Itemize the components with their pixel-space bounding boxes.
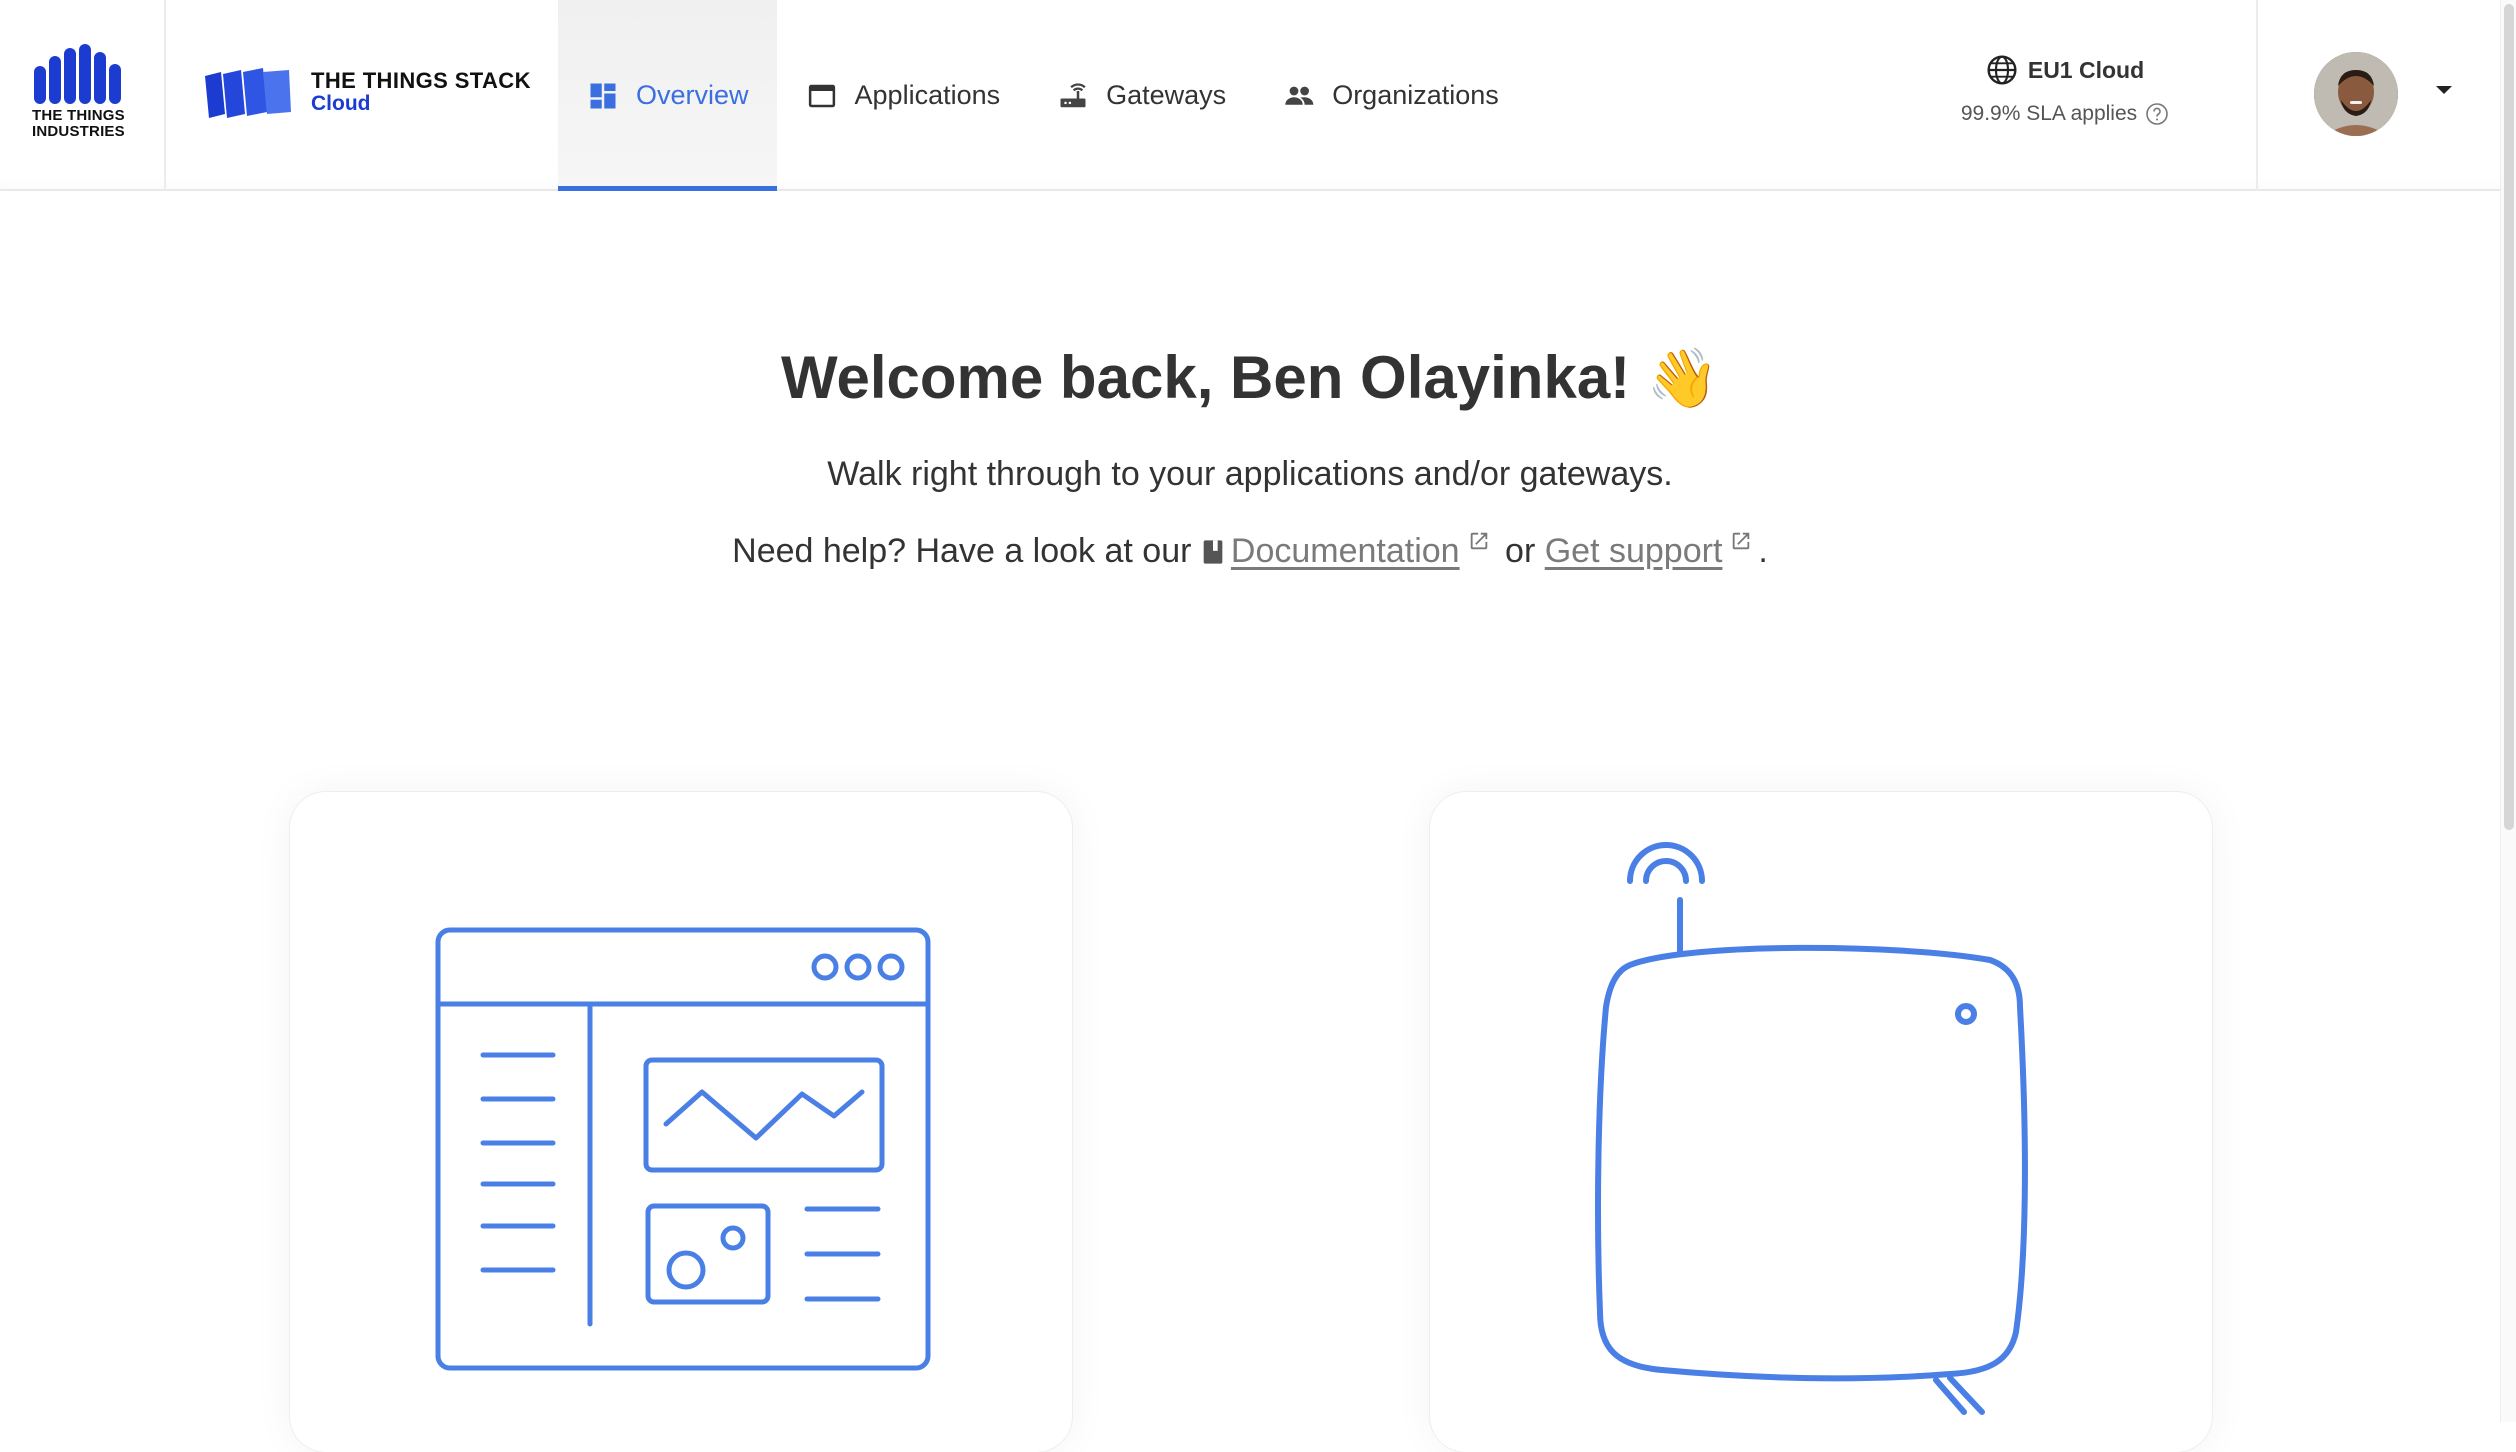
scrollbar-thumb[interactable] bbox=[2504, 4, 2514, 830]
cluster-name-row: EU1 Cloud bbox=[1900, 54, 2230, 86]
help-line: Need help? Have a look at our Documentat… bbox=[0, 530, 2500, 571]
main-nav: Overview Applications Gateways Organizat… bbox=[558, 0, 1527, 191]
user-avatar[interactable] bbox=[2314, 52, 2398, 136]
product-title: THE THINGS STACK bbox=[311, 68, 531, 93]
nav-overview[interactable]: Overview bbox=[558, 0, 777, 191]
help-period: . bbox=[1758, 532, 1768, 570]
external-link-icon bbox=[1470, 532, 1487, 550]
nav-applications-label: Applications bbox=[854, 80, 1001, 110]
help-prefix: Need help? Have a look at our bbox=[732, 532, 1192, 570]
nav-overview-label: Overview bbox=[636, 80, 749, 110]
nav-organizations[interactable]: Organizations bbox=[1254, 0, 1527, 191]
applications-card[interactable] bbox=[290, 792, 1072, 1452]
nav-gateways[interactable]: Gateways bbox=[1028, 0, 1254, 191]
tti-bars-icon bbox=[34, 44, 121, 104]
the-things-stack-logo[interactable]: THE THINGS STACK Cloud bbox=[203, 62, 553, 126]
welcome-title: Welcome back, Ben Olayinka! 👋 bbox=[0, 340, 2500, 417]
external-link-icon bbox=[1733, 532, 1750, 550]
welcome-section: Welcome back, Ben Olayinka! 👋 Walk right… bbox=[0, 340, 2500, 571]
window-icon bbox=[808, 84, 835, 107]
page-scrollbar[interactable] bbox=[2500, 0, 2516, 1422]
book-icon bbox=[1203, 540, 1223, 564]
documentation-link[interactable]: Documentation bbox=[1231, 532, 1460, 570]
things-stack-icon bbox=[205, 68, 291, 118]
router-icon bbox=[1060, 82, 1086, 107]
sla-row: 99.9% SLA applies bbox=[1900, 102, 2230, 126]
gateway-illustration bbox=[1595, 842, 2028, 1415]
application-illustration bbox=[435, 927, 931, 1371]
waving-hand-icon: 👋 bbox=[1646, 346, 1720, 411]
top-bar: THE THINGS INDUSTRIES THE THINGS STACK C… bbox=[0, 0, 2500, 191]
welcome-subtitle: Walk right through to your applications … bbox=[827, 455, 1673, 493]
welcome-title-text: Welcome back, Ben Olayinka! bbox=[780, 344, 1631, 411]
nav-applications[interactable]: Applications bbox=[777, 0, 1029, 191]
avatar-portrait-icon bbox=[2314, 52, 2398, 136]
people-icon bbox=[1285, 86, 1314, 105]
get-support-link[interactable]: Get support bbox=[1545, 532, 1723, 570]
nav-organizations-label: Organizations bbox=[1332, 80, 1499, 110]
help-icon[interactable] bbox=[2145, 102, 2169, 126]
tti-wordmark: THE THINGS INDUSTRIES bbox=[32, 107, 125, 140]
caret-down-icon[interactable] bbox=[2436, 86, 2452, 94]
product-subtitle: Cloud bbox=[311, 92, 371, 115]
nav-gateways-label: Gateways bbox=[1106, 80, 1227, 110]
sla-text: 99.9% SLA applies bbox=[1960, 102, 2138, 125]
globe-icon bbox=[1987, 55, 2017, 85]
cluster-name: EU1 Cloud bbox=[2027, 56, 2145, 83]
dashboard-icon bbox=[590, 83, 616, 108]
gateways-card[interactable] bbox=[1430, 792, 2212, 1452]
the-things-industries-logo[interactable]: THE THINGS INDUSTRIES bbox=[0, 0, 166, 191]
help-or: or bbox=[1505, 532, 1536, 570]
profile-dropdown[interactable] bbox=[2256, 0, 2500, 191]
cluster-info[interactable]: EU1 Cloud 99.9% SLA applies bbox=[1900, 54, 2230, 126]
